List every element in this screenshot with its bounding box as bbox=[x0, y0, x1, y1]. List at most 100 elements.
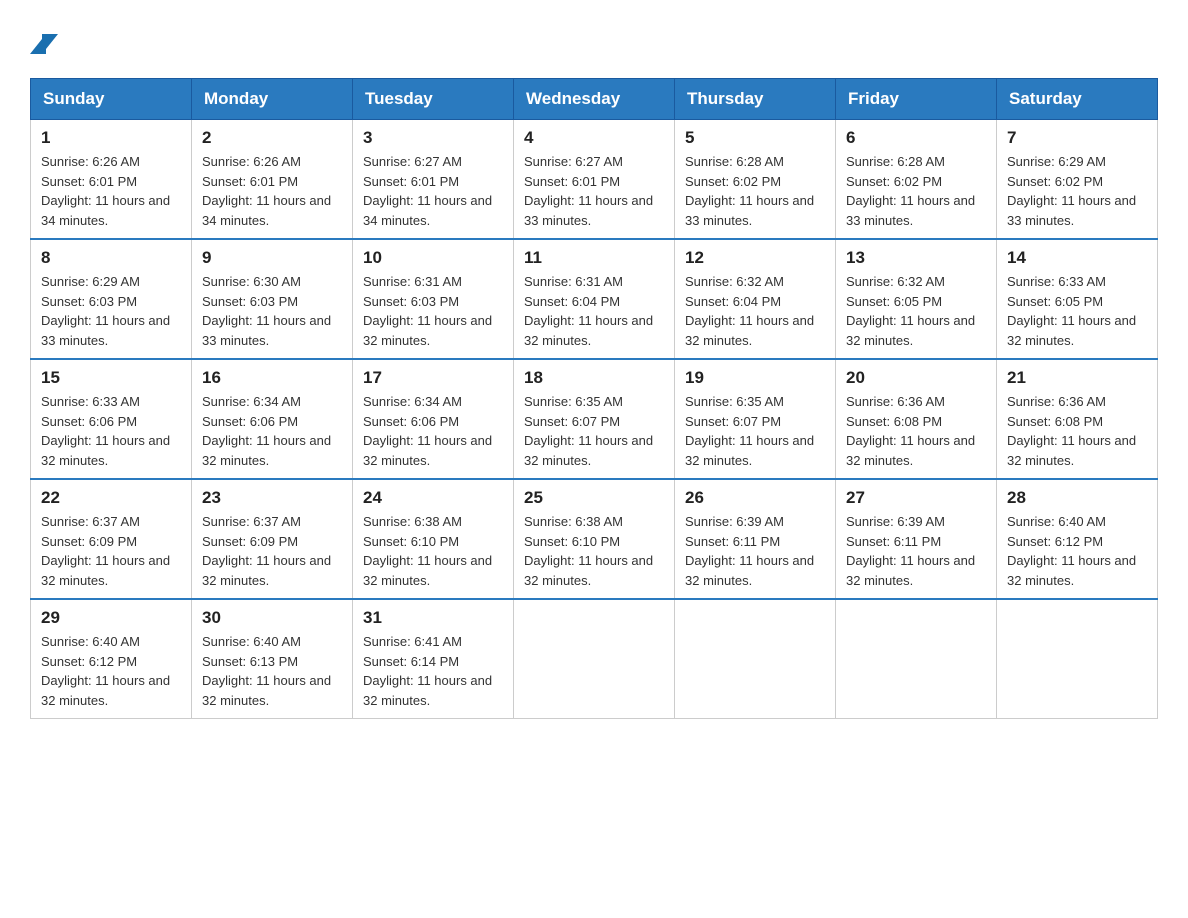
day-number: 14 bbox=[1007, 248, 1147, 268]
day-info: Sunrise: 6:30 AMSunset: 6:03 PMDaylight:… bbox=[202, 272, 342, 350]
day-info: Sunrise: 6:37 AMSunset: 6:09 PMDaylight:… bbox=[41, 512, 181, 590]
day-number: 23 bbox=[202, 488, 342, 508]
logo bbox=[30, 30, 66, 58]
day-number: 22 bbox=[41, 488, 181, 508]
day-number: 20 bbox=[846, 368, 986, 388]
day-info: Sunrise: 6:35 AMSunset: 6:07 PMDaylight:… bbox=[685, 392, 825, 470]
day-info: Sunrise: 6:33 AMSunset: 6:05 PMDaylight:… bbox=[1007, 272, 1147, 350]
day-number: 11 bbox=[524, 248, 664, 268]
day-info: Sunrise: 6:39 AMSunset: 6:11 PMDaylight:… bbox=[685, 512, 825, 590]
calendar-header-wednesday: Wednesday bbox=[514, 79, 675, 120]
logo-triangle2-icon bbox=[42, 34, 58, 54]
calendar-cell: 24 Sunrise: 6:38 AMSunset: 6:10 PMDayligh… bbox=[353, 479, 514, 599]
calendar-cell: 10 Sunrise: 6:31 AMSunset: 6:03 PMDayligh… bbox=[353, 239, 514, 359]
day-info: Sunrise: 6:32 AMSunset: 6:04 PMDaylight:… bbox=[685, 272, 825, 350]
calendar-header-saturday: Saturday bbox=[997, 79, 1158, 120]
day-number: 19 bbox=[685, 368, 825, 388]
calendar-cell bbox=[514, 599, 675, 719]
calendar-cell: 18 Sunrise: 6:35 AMSunset: 6:07 PMDayligh… bbox=[514, 359, 675, 479]
calendar-cell: 12 Sunrise: 6:32 AMSunset: 6:04 PMDayligh… bbox=[675, 239, 836, 359]
calendar-cell: 28 Sunrise: 6:40 AMSunset: 6:12 PMDayligh… bbox=[997, 479, 1158, 599]
day-info: Sunrise: 6:29 AMSunset: 6:03 PMDaylight:… bbox=[41, 272, 181, 350]
day-number: 13 bbox=[846, 248, 986, 268]
calendar-cell: 26 Sunrise: 6:39 AMSunset: 6:11 PMDayligh… bbox=[675, 479, 836, 599]
day-info: Sunrise: 6:29 AMSunset: 6:02 PMDaylight:… bbox=[1007, 152, 1147, 230]
day-number: 26 bbox=[685, 488, 825, 508]
day-info: Sunrise: 6:28 AMSunset: 6:02 PMDaylight:… bbox=[685, 152, 825, 230]
calendar-week-row: 1 Sunrise: 6:26 AMSunset: 6:01 PMDaylight… bbox=[31, 120, 1158, 240]
calendar-cell: 7 Sunrise: 6:29 AMSunset: 6:02 PMDaylight… bbox=[997, 120, 1158, 240]
calendar-cell: 29 Sunrise: 6:40 AMSunset: 6:12 PMDayligh… bbox=[31, 599, 192, 719]
day-number: 4 bbox=[524, 128, 664, 148]
day-number: 27 bbox=[846, 488, 986, 508]
logo-blue-text bbox=[30, 30, 66, 58]
day-info: Sunrise: 6:33 AMSunset: 6:06 PMDaylight:… bbox=[41, 392, 181, 470]
calendar-header-monday: Monday bbox=[192, 79, 353, 120]
day-number: 9 bbox=[202, 248, 342, 268]
calendar-table: SundayMondayTuesdayWednesdayThursdayFrid… bbox=[30, 78, 1158, 719]
calendar-week-row: 15 Sunrise: 6:33 AMSunset: 6:06 PMDayligh… bbox=[31, 359, 1158, 479]
day-number: 12 bbox=[685, 248, 825, 268]
day-number: 6 bbox=[846, 128, 986, 148]
calendar-cell: 21 Sunrise: 6:36 AMSunset: 6:08 PMDayligh… bbox=[997, 359, 1158, 479]
day-number: 30 bbox=[202, 608, 342, 628]
calendar-cell: 6 Sunrise: 6:28 AMSunset: 6:02 PMDaylight… bbox=[836, 120, 997, 240]
calendar-header-friday: Friday bbox=[836, 79, 997, 120]
calendar-header-tuesday: Tuesday bbox=[353, 79, 514, 120]
day-info: Sunrise: 6:39 AMSunset: 6:11 PMDaylight:… bbox=[846, 512, 986, 590]
day-number: 18 bbox=[524, 368, 664, 388]
day-info: Sunrise: 6:26 AMSunset: 6:01 PMDaylight:… bbox=[41, 152, 181, 230]
calendar-cell: 9 Sunrise: 6:30 AMSunset: 6:03 PMDaylight… bbox=[192, 239, 353, 359]
day-number: 10 bbox=[363, 248, 503, 268]
day-info: Sunrise: 6:36 AMSunset: 6:08 PMDaylight:… bbox=[1007, 392, 1147, 470]
day-info: Sunrise: 6:35 AMSunset: 6:07 PMDaylight:… bbox=[524, 392, 664, 470]
calendar-cell: 16 Sunrise: 6:34 AMSunset: 6:06 PMDayligh… bbox=[192, 359, 353, 479]
day-info: Sunrise: 6:40 AMSunset: 6:12 PMDaylight:… bbox=[1007, 512, 1147, 590]
day-info: Sunrise: 6:26 AMSunset: 6:01 PMDaylight:… bbox=[202, 152, 342, 230]
calendar-week-row: 22 Sunrise: 6:37 AMSunset: 6:09 PMDayligh… bbox=[31, 479, 1158, 599]
calendar-cell: 8 Sunrise: 6:29 AMSunset: 6:03 PMDaylight… bbox=[31, 239, 192, 359]
day-info: Sunrise: 6:28 AMSunset: 6:02 PMDaylight:… bbox=[846, 152, 986, 230]
day-info: Sunrise: 6:40 AMSunset: 6:12 PMDaylight:… bbox=[41, 632, 181, 710]
day-info: Sunrise: 6:38 AMSunset: 6:10 PMDaylight:… bbox=[363, 512, 503, 590]
calendar-cell bbox=[997, 599, 1158, 719]
day-number: 29 bbox=[41, 608, 181, 628]
calendar-cell: 30Sunrise: 6:40 AMSunset: 6:13 PMDayligh… bbox=[192, 599, 353, 719]
calendar-cell: 31 Sunrise: 6:41 AMSunset: 6:14 PMDayligh… bbox=[353, 599, 514, 719]
day-info: Sunrise: 6:37 AMSunset: 6:09 PMDaylight:… bbox=[202, 512, 342, 590]
day-number: 24 bbox=[363, 488, 503, 508]
calendar-cell: 17 Sunrise: 6:34 AMSunset: 6:06 PMDayligh… bbox=[353, 359, 514, 479]
calendar-cell bbox=[836, 599, 997, 719]
day-number: 17 bbox=[363, 368, 503, 388]
day-info: Sunrise: 6:31 AMSunset: 6:04 PMDaylight:… bbox=[524, 272, 664, 350]
calendar-cell: 27 Sunrise: 6:39 AMSunset: 6:11 PMDayligh… bbox=[836, 479, 997, 599]
day-number: 25 bbox=[524, 488, 664, 508]
day-info: Sunrise: 6:41 AMSunset: 6:14 PMDaylight:… bbox=[363, 632, 503, 710]
day-info: Sunrise: 6:34 AMSunset: 6:06 PMDaylight:… bbox=[202, 392, 342, 470]
day-number: 21 bbox=[1007, 368, 1147, 388]
calendar-cell: 5Sunrise: 6:28 AMSunset: 6:02 PMDaylight… bbox=[675, 120, 836, 240]
day-info: Sunrise: 6:31 AMSunset: 6:03 PMDaylight:… bbox=[363, 272, 503, 350]
calendar-cell: 11 Sunrise: 6:31 AMSunset: 6:04 PMDayligh… bbox=[514, 239, 675, 359]
day-number: 1 bbox=[41, 128, 181, 148]
calendar-cell: 23 Sunrise: 6:37 AMSunset: 6:09 PMDayligh… bbox=[192, 479, 353, 599]
day-info: Sunrise: 6:32 AMSunset: 6:05 PMDaylight:… bbox=[846, 272, 986, 350]
day-info: Sunrise: 6:27 AMSunset: 6:01 PMDaylight:… bbox=[363, 152, 503, 230]
calendar-cell: 14 Sunrise: 6:33 AMSunset: 6:05 PMDayligh… bbox=[997, 239, 1158, 359]
calendar-cell: 25Sunrise: 6:38 AMSunset: 6:10 PMDayligh… bbox=[514, 479, 675, 599]
calendar-cell: 15 Sunrise: 6:33 AMSunset: 6:06 PMDayligh… bbox=[31, 359, 192, 479]
day-number: 16 bbox=[202, 368, 342, 388]
calendar-header-sunday: Sunday bbox=[31, 79, 192, 120]
day-number: 7 bbox=[1007, 128, 1147, 148]
calendar-header-row: SundayMondayTuesdayWednesdayThursdayFrid… bbox=[31, 79, 1158, 120]
day-number: 8 bbox=[41, 248, 181, 268]
day-number: 28 bbox=[1007, 488, 1147, 508]
day-number: 3 bbox=[363, 128, 503, 148]
calendar-cell: 3 Sunrise: 6:27 AMSunset: 6:01 PMDaylight… bbox=[353, 120, 514, 240]
day-number: 31 bbox=[363, 608, 503, 628]
day-info: Sunrise: 6:27 AMSunset: 6:01 PMDaylight:… bbox=[524, 152, 664, 230]
day-info: Sunrise: 6:34 AMSunset: 6:06 PMDaylight:… bbox=[363, 392, 503, 470]
calendar-cell: 2Sunrise: 6:26 AMSunset: 6:01 PMDaylight… bbox=[192, 120, 353, 240]
day-number: 15 bbox=[41, 368, 181, 388]
calendar-cell: 19 Sunrise: 6:35 AMSunset: 6:07 PMDayligh… bbox=[675, 359, 836, 479]
